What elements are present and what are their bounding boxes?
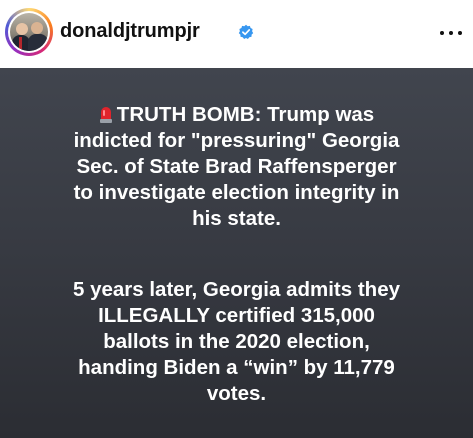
text-line: ballots in the 2020 election, — [103, 330, 370, 353]
text-line: Sec. of State Brad Raffensperger — [76, 155, 397, 178]
avatar[interactable] — [10, 13, 48, 51]
text-line: handing Biden a “win” by 11,779 — [78, 356, 395, 379]
verified-badge-icon — [238, 24, 254, 39]
text-line: TRUTH BOMB: Trump was — [0, 102, 473, 128]
text-line: 5 years later, Georgia admits they — [72, 278, 401, 301]
text-line: his state. — [192, 207, 281, 230]
text-line: indicted for "pressuring" Georgia — [73, 129, 400, 152]
text-line: votes. — [206, 382, 267, 405]
siren-emoji-icon — [99, 107, 112, 123]
post-paragraph-2: 5 years later, Georgia admits they ILLEG… — [0, 277, 473, 407]
post-paragraph-1: TRUTH BOMB: Trump was indicted for "pres… — [0, 102, 473, 232]
text-line: ILLEGALLY certified 315,000 — [98, 304, 375, 327]
text-line: to investigate election integrity in — [73, 181, 400, 204]
post-image: TRUTH BOMB: Trump was indicted for "pres… — [0, 68, 473, 438]
username[interactable]: donaldjtrumpjr — [60, 20, 200, 43]
story-ring[interactable] — [5, 8, 53, 56]
post-header: donaldjtrumpjr — [0, 0, 473, 68]
more-options-icon[interactable] — [440, 31, 464, 39]
